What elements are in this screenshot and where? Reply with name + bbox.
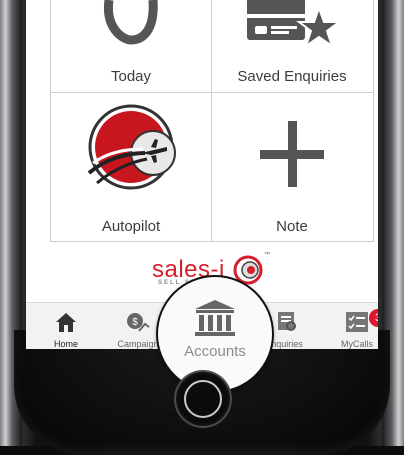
tile-note[interactable]: Note	[212, 93, 372, 241]
mycalls-icon	[346, 312, 368, 332]
logo-trademark: ™	[264, 252, 270, 258]
plus-icon	[260, 121, 324, 187]
tile-autopilot-label: Autopilot	[101, 218, 161, 235]
tile-autopilot[interactable]: Autopilot	[51, 93, 211, 241]
tab-mycalls[interactable]: 3 MyCalls	[334, 303, 378, 349]
home-icon	[56, 313, 76, 332]
calendar-day-icon	[103, 0, 158, 45]
tile-today[interactable]: Today	[51, 0, 211, 92]
tile-saved-enquiries[interactable]: Saved Enquiries	[212, 0, 372, 92]
campaigns-icon: $	[127, 313, 150, 332]
home-button[interactable]	[176, 372, 230, 426]
enquiries-icon	[278, 312, 296, 331]
home-button-ring	[184, 380, 222, 418]
dashboard-grid: Today Saved Enquiries Autopilot Note	[50, 0, 374, 242]
tile-today-label: Today	[110, 68, 152, 85]
bank-icon	[195, 300, 235, 336]
tile-saved-enquiries-label: Saved Enquiries	[237, 68, 347, 85]
saved-enquiries-icon	[247, 0, 342, 49]
svg-text:$: $	[132, 317, 138, 328]
tab-mycalls-label: MyCalls	[340, 339, 373, 349]
tile-note-label: Note	[276, 218, 308, 235]
mycalls-badge: 3	[369, 309, 378, 327]
autopilot-icon	[87, 104, 176, 190]
tab-accounts-label: Accounts	[184, 343, 246, 360]
tab-home-label: Home	[53, 339, 78, 349]
tab-home[interactable]: Home	[46, 303, 86, 349]
